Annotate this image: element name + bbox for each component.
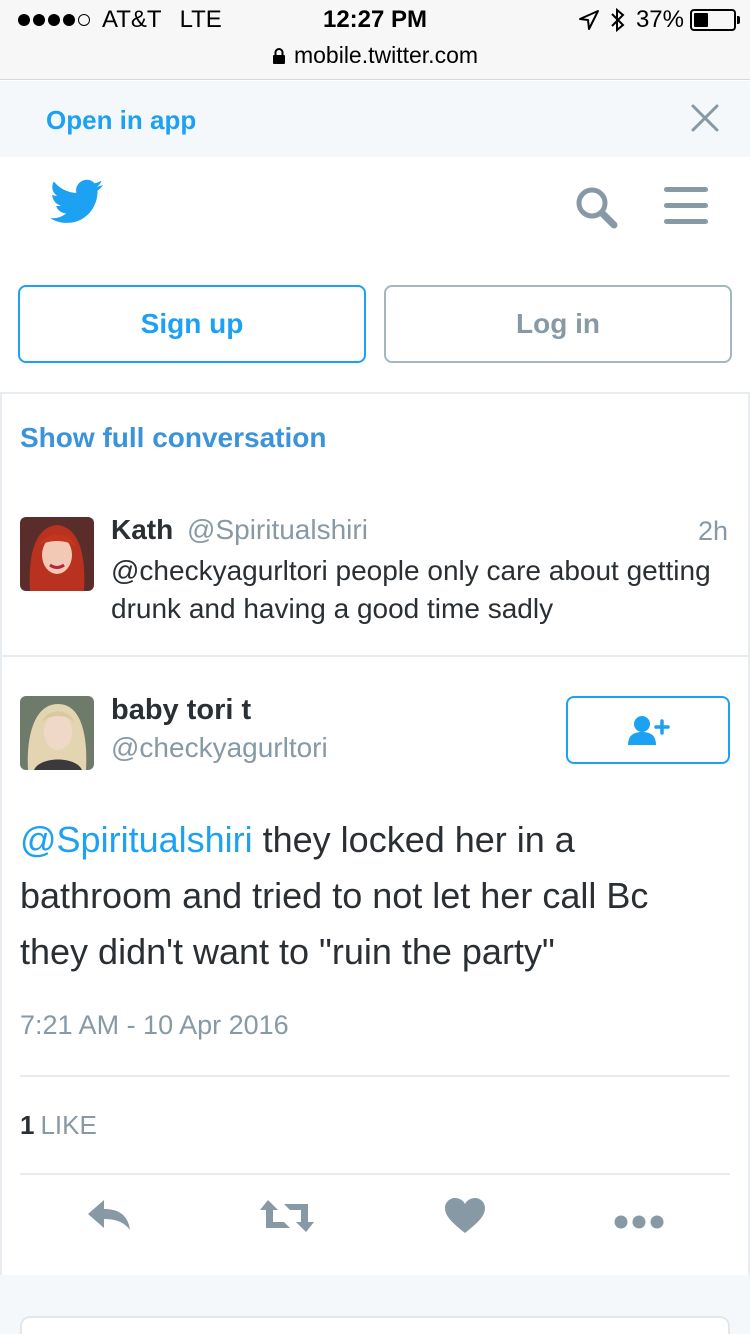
like-count[interactable]: 1 LIKE (20, 1110, 97, 1141)
sign-up-button[interactable]: Sign up (18, 285, 366, 363)
more-icon[interactable] (614, 1215, 664, 1229)
reply-icon[interactable] (86, 1198, 132, 1232)
main-tweet-author-handle[interactable]: @checkyagurltori (111, 732, 328, 764)
open-in-app-link[interactable]: Open in app (46, 105, 196, 136)
tweet-separator (0, 655, 750, 657)
main-tweet-author-name[interactable]: baby tori t (111, 694, 251, 727)
search-icon[interactable] (574, 185, 620, 234)
bluetooth-icon (610, 7, 626, 33)
parent-author-handle: @Spiritualshiri (187, 514, 368, 545)
menu-icon[interactable] (662, 185, 710, 230)
site-header (0, 157, 750, 267)
show-full-conversation-link[interactable]: Show full conversation (20, 422, 326, 454)
address-bar[interactable]: mobile.twitter.com (0, 42, 750, 69)
stats-bottom-divider (20, 1173, 730, 1175)
open-in-app-banner: Open in app (0, 81, 750, 157)
ios-status-bar: AT&T LTE 12:27 PM 37% mobile.twitter.com (0, 0, 750, 80)
close-icon[interactable] (690, 103, 720, 138)
url-text: mobile.twitter.com (293, 42, 479, 68)
battery-percent: 37% (635, 6, 684, 33)
battery-icon (690, 9, 740, 31)
location-arrow-icon (578, 9, 600, 31)
like-heart-icon[interactable] (444, 1198, 486, 1234)
parent-author-name: Kath (111, 514, 174, 545)
parent-tweet-text: @checkyagurltori people only care about … (111, 555, 711, 624)
main-tweet-timestamp[interactable]: 7:21 AM - 10 Apr 2016 (20, 1010, 289, 1041)
follow-button[interactable] (566, 696, 730, 764)
card-top-border (0, 392, 750, 394)
log-in-button[interactable]: Log in (384, 285, 732, 363)
status-right: 37% (578, 6, 740, 34)
follow-user-icon (628, 716, 670, 745)
lock-icon (272, 47, 285, 64)
main-tweet-text: @Spiritualshiri they locked her in a bat… (20, 812, 720, 980)
avatar-kath[interactable] (20, 517, 94, 591)
avatar-tori[interactable] (20, 696, 94, 770)
twitter-bird-icon[interactable] (50, 179, 104, 230)
mention-link[interactable]: @Spiritualshiri (20, 819, 253, 860)
stats-top-divider (20, 1075, 730, 1077)
retweet-icon[interactable] (258, 1198, 316, 1234)
like-count-number: 1 (20, 1110, 35, 1140)
parent-tweet-time[interactable]: 2h (698, 516, 728, 547)
parent-tweet-author[interactable]: Kath @Spiritualshiri (111, 514, 368, 546)
like-count-label: LIKE (40, 1110, 97, 1140)
next-card-edge (20, 1316, 730, 1334)
